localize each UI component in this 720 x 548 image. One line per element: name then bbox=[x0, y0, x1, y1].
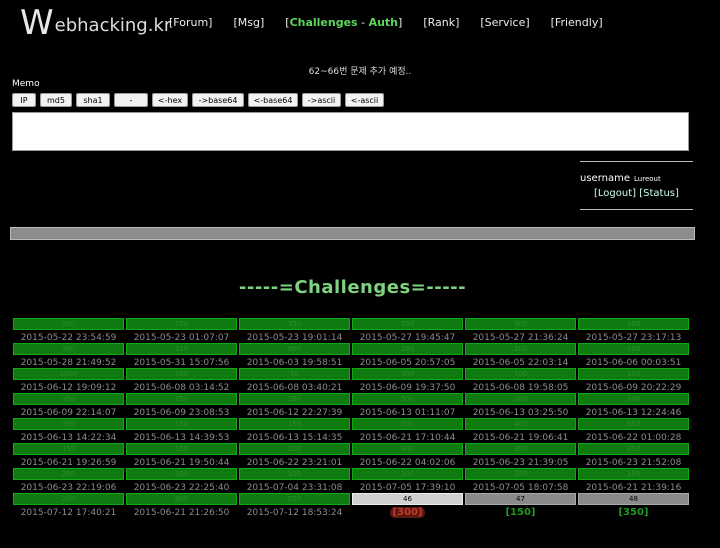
challenge-score[interactable]: 300 bbox=[126, 468, 237, 480]
logo-initial: W bbox=[20, 3, 54, 43]
nav-auth[interactable]: Auth bbox=[369, 16, 398, 29]
to-hex-button[interactable]: ->hex bbox=[114, 93, 148, 119]
challenge-score[interactable]: 300 bbox=[13, 343, 124, 355]
challenge-score[interactable]: 100 bbox=[578, 393, 689, 405]
challenge-score[interactable]: 100 bbox=[465, 368, 576, 380]
notice-text: 62~66번 문제 추가 예정.. bbox=[0, 64, 720, 77]
from-ascii-button[interactable]: <-ascii bbox=[345, 93, 384, 107]
nav-msg[interactable]: [Msg] bbox=[233, 16, 264, 29]
challenge-score[interactable]: 350 bbox=[13, 418, 124, 430]
challenge-cell-solved[interactable]: 550 2015-07-12 18:53:24 bbox=[239, 493, 350, 524]
login-box: username Lureout [Logout] [Status] bbox=[580, 161, 693, 210]
challenge-score[interactable]: 350 bbox=[465, 443, 576, 455]
memo-toolbar: IP md5 sha1 ->hex <-hex ->base64 <-base6… bbox=[12, 93, 388, 119]
challenge-score[interactable]: 350 bbox=[239, 318, 350, 330]
nav-bracket-close: ] bbox=[398, 16, 403, 29]
username-label: username bbox=[580, 173, 630, 184]
nav-service[interactable]: [Service] bbox=[480, 16, 529, 29]
challenge-score[interactable]: 100 bbox=[578, 343, 689, 355]
sha1-button[interactable]: sha1 bbox=[76, 93, 110, 107]
challenge-score[interactable]: 550 bbox=[578, 418, 689, 430]
challenge-score[interactable]: 500 bbox=[352, 418, 463, 430]
challenge-score[interactable]: 150 bbox=[13, 443, 124, 455]
logo-text: ebhacking.kr bbox=[54, 15, 172, 36]
challenge-score[interactable]: 100 bbox=[126, 368, 237, 380]
challenge-score[interactable]: 900 bbox=[239, 343, 350, 355]
challenge-score[interactable]: 100 bbox=[465, 343, 576, 355]
challenge-score[interactable]: 150 bbox=[239, 418, 350, 430]
nav-friendly[interactable]: [Friendly] bbox=[551, 16, 603, 29]
nav-challenges[interactable]: Challenges bbox=[290, 16, 358, 29]
nav-challenges-auth: [Challenges - Auth] bbox=[285, 16, 402, 29]
to-base64-button[interactable]: ->base64 bbox=[192, 93, 244, 107]
logout-link[interactable]: [Logout] bbox=[594, 188, 636, 199]
challenge-score[interactable]: 200 bbox=[465, 393, 576, 405]
challenge-score[interactable]: 100 bbox=[578, 368, 689, 380]
challenge-score[interactable]: 400 bbox=[465, 418, 576, 430]
challenge-points: [350] bbox=[618, 507, 649, 518]
challenge-score[interactable]: 150 bbox=[126, 418, 237, 430]
challenge-score[interactable]: 150 bbox=[126, 443, 237, 455]
challenge-cell-open[interactable]: 48 [350] bbox=[578, 493, 689, 524]
challenge-score[interactable]: 250 bbox=[578, 443, 689, 455]
nav-dash: - bbox=[357, 16, 369, 29]
challenge-score[interactable]: 800 bbox=[126, 493, 237, 505]
username-value: Lureout bbox=[634, 175, 661, 183]
challenge-number[interactable]: 46 bbox=[352, 493, 463, 505]
challenge-cell-open[interactable]: 46 [300] bbox=[352, 493, 463, 524]
challenge-score[interactable]: 50 bbox=[239, 368, 350, 380]
notice-message: 62~66번 문제 추가 예정.. bbox=[308, 67, 412, 77]
challenge-score[interactable]: 200 bbox=[352, 343, 463, 355]
challenge-solved-date: 2015-07-12 17:40:21 bbox=[20, 508, 117, 518]
ip-button[interactable]: IP bbox=[12, 93, 36, 107]
challenge-score[interactable]: 200 bbox=[13, 493, 124, 505]
challenge-score[interactable]: 350 bbox=[13, 393, 124, 405]
challenge-score[interactable]: 300 bbox=[465, 318, 576, 330]
challenge-score[interactable]: 250 bbox=[239, 393, 350, 405]
challenge-score[interactable]: 200 bbox=[352, 468, 463, 480]
to-ascii-button[interactable]: ->ascii bbox=[302, 93, 341, 107]
top-nav: [Forum] [Msg] [Challenges - Auth] [Rank]… bbox=[169, 16, 624, 29]
from-base64-button[interactable]: <-base64 bbox=[248, 93, 298, 107]
challenge-score[interactable]: 150 bbox=[578, 468, 689, 480]
username-row: username Lureout bbox=[580, 173, 661, 184]
challenge-score[interactable]: 350 bbox=[126, 343, 237, 355]
challenge-points: [150] bbox=[505, 507, 536, 518]
nav-forum[interactable]: [Forum] bbox=[169, 16, 212, 29]
challenge-score[interactable]: 400 bbox=[352, 443, 463, 455]
challenge-score[interactable]: 150 bbox=[352, 318, 463, 330]
challenge-score[interactable]: 550 bbox=[239, 493, 350, 505]
status-link[interactable]: [Status] bbox=[639, 188, 679, 199]
account-links: [Logout] [Status] bbox=[594, 188, 679, 199]
memo-textarea[interactable] bbox=[12, 112, 689, 151]
from-hex-button[interactable]: <-hex bbox=[152, 93, 188, 107]
nav-rank[interactable]: [Rank] bbox=[423, 16, 459, 29]
challenge-score[interactable]: 300 bbox=[352, 368, 463, 380]
challenge-score[interactable]: 200 bbox=[239, 443, 350, 455]
challenge-solved-date: 2015-06-21 21:26:50 bbox=[133, 508, 230, 518]
divider-bar bbox=[10, 227, 695, 240]
challenges-title: -----=Challenges=----- bbox=[238, 277, 467, 298]
challenge-solved-date: 2015-07-12 18:53:24 bbox=[246, 508, 343, 518]
challenge-score[interactable]: 500 bbox=[352, 393, 463, 405]
challenge-points: [300] bbox=[390, 507, 425, 518]
challenge-cell-solved[interactable]: 800 2015-06-21 21:26:50 bbox=[126, 493, 237, 524]
challenge-score[interactable]: 300 bbox=[465, 468, 576, 480]
challenge-score[interactable]: 500 bbox=[126, 318, 237, 330]
challenge-score[interactable]: 100 bbox=[239, 468, 350, 480]
challenge-number[interactable]: 47 bbox=[465, 493, 576, 505]
challenge-score[interactable]: 250 bbox=[126, 393, 237, 405]
challenge-score[interactable]: 100 bbox=[578, 318, 689, 330]
memo-label: Memo bbox=[12, 79, 40, 89]
challenge-score[interactable]: 250 bbox=[13, 468, 124, 480]
challenge-cell-open[interactable]: 47 [150] bbox=[465, 493, 576, 524]
challenge-cell-solved[interactable]: 200 2015-07-12 17:40:21 bbox=[13, 493, 124, 524]
md5-button[interactable]: md5 bbox=[40, 93, 72, 107]
challenge-score[interactable]: 200 bbox=[13, 318, 124, 330]
site-logo[interactable]: W ebhacking.kr bbox=[20, 0, 171, 40]
challenge-score[interactable]: 1000 bbox=[13, 368, 124, 380]
challenge-number[interactable]: 48 bbox=[578, 493, 689, 505]
